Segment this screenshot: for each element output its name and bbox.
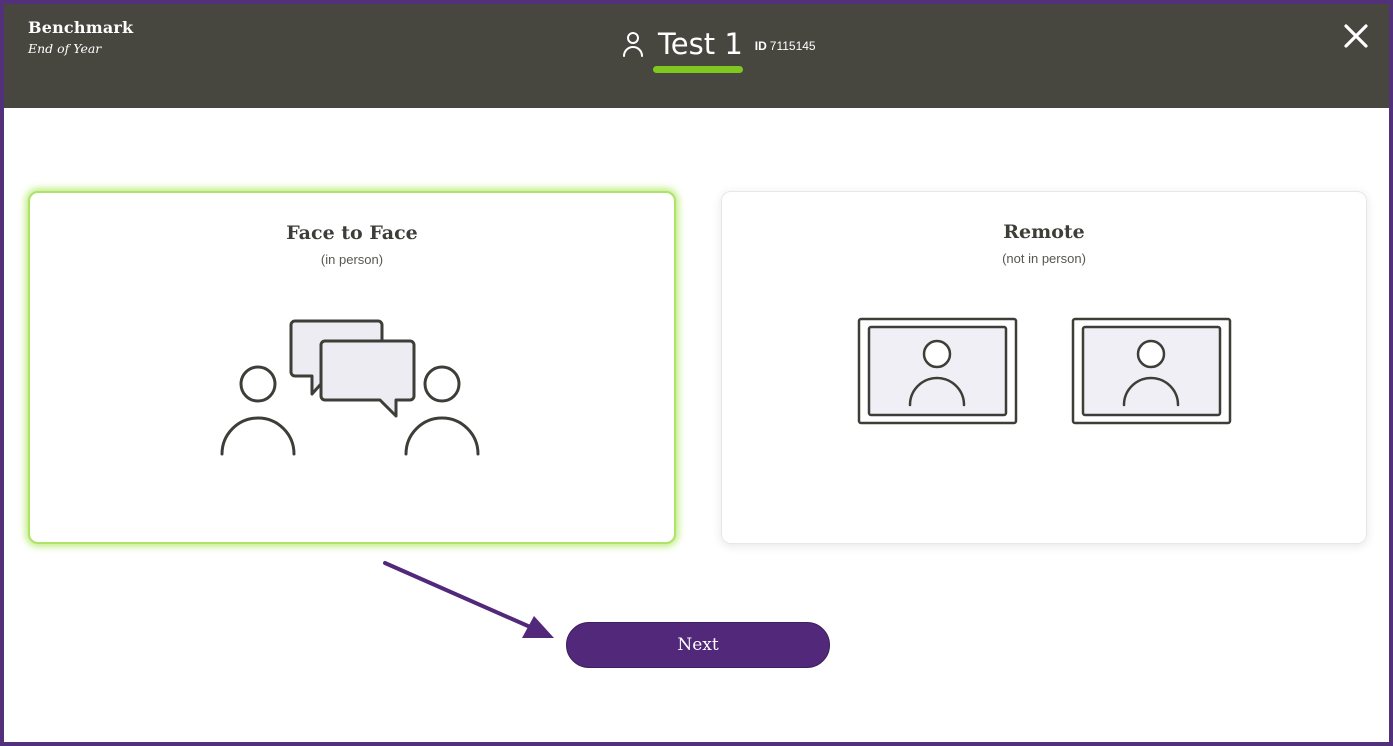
video-screens-icon [857, 317, 1232, 425]
option-subtitle: (in person) [320, 252, 384, 267]
option-title: Remote [1003, 221, 1085, 243]
student-name: Test 1 [658, 27, 743, 61]
app-frame: Benchmark End of Year Test 1 ID 7115145 F… [0, 0, 1393, 746]
option-subtitle: (not in person) [1002, 251, 1086, 266]
student-name-underline [653, 66, 743, 73]
student-person-icon [623, 32, 643, 57]
assessment-info: Benchmark End of Year [28, 18, 133, 56]
student-info: Test 1 ID 7115145 [622, 27, 816, 61]
header-bar: Benchmark End of Year Test 1 ID 7115145 [4, 4, 1389, 108]
option-remote[interactable]: Remote (not in person) [721, 191, 1367, 544]
assessment-title: Benchmark [28, 18, 134, 37]
student-id-value: 7115145 [769, 39, 816, 53]
option-face-to-face[interactable]: Face to Face (in person) [28, 191, 676, 544]
option-title: Face to Face [286, 222, 418, 244]
student-id-label: ID [754, 39, 767, 53]
close-icon[interactable] [1341, 21, 1371, 51]
arrow-pointer-icon [383, 561, 554, 638]
student-id: ID 7115145 [755, 39, 816, 53]
assessment-period: End of Year [28, 41, 102, 56]
next-button[interactable]: Next [566, 622, 830, 668]
people-conversation-icon [220, 319, 480, 456]
